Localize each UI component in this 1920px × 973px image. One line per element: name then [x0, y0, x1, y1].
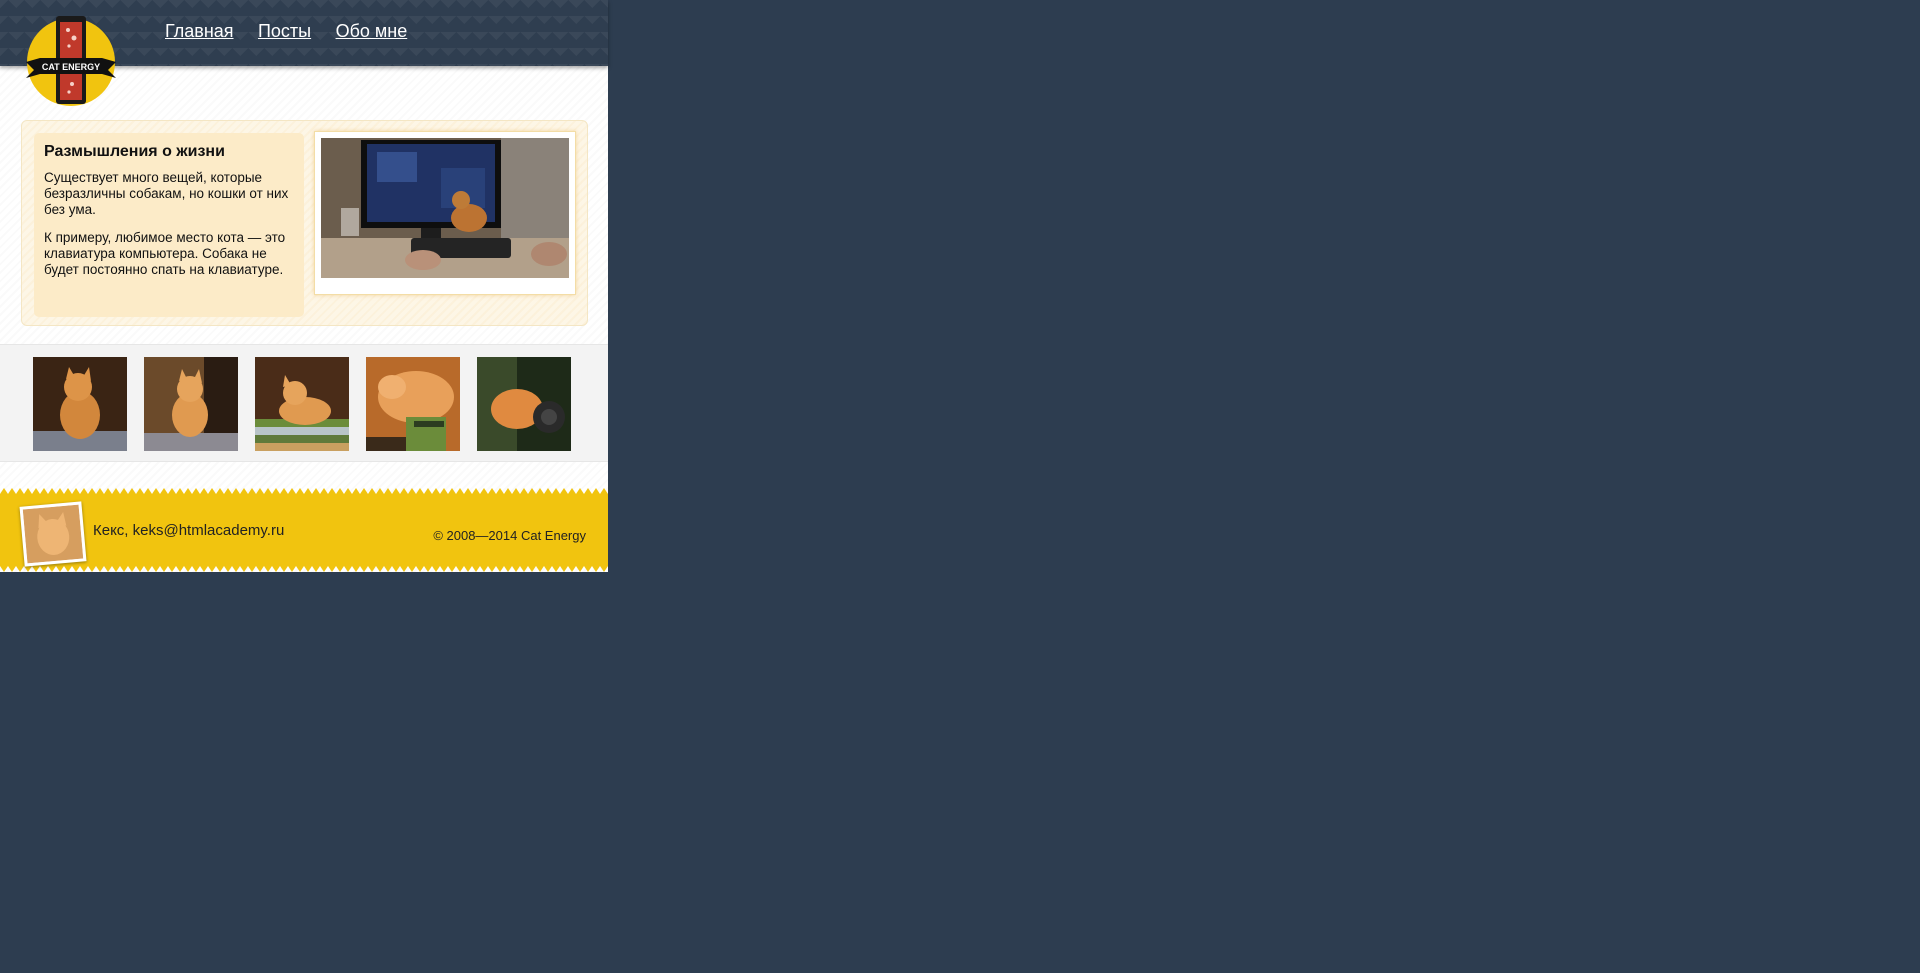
article: Размышления о жизни Существует много вещ… — [34, 133, 304, 317]
nav-link-home[interactable]: Главная — [165, 21, 234, 42]
gallery-thumb-5[interactable] — [477, 357, 571, 451]
article-paragraph-1: Существует много вещей, которые безразли… — [44, 170, 289, 217]
gallery-thumb-2[interactable] — [144, 357, 238, 451]
page: Главная Посты Обо мне CAT ENERGY Размышл… — [0, 0, 608, 572]
kitten-photo-3-icon — [255, 357, 349, 451]
nav-link-posts[interactable]: Посты — [258, 21, 311, 42]
gallery-thumb-4[interactable] — [366, 357, 460, 451]
author-contact: Кекс, keks@htmlacademy.ru — [93, 522, 285, 539]
kitten-photo-2-icon — [144, 357, 238, 451]
cat-on-keyboard-photo-icon — [321, 138, 569, 278]
kitten-photo-5-icon — [477, 357, 571, 451]
content-card: Размышления о жизни Существует много вещ… — [21, 120, 588, 326]
article-paragraph-2: К примеру, любимое место кота — это клав… — [44, 230, 286, 277]
kitten-photo-4-icon — [366, 357, 460, 451]
cat-avatar-photo-icon — [22, 504, 84, 564]
site-footer: Кекс, keks@htmlacademy.ru © 2008—2014 Ca… — [0, 488, 608, 572]
article-photo — [314, 131, 576, 295]
cat-energy-logo-icon: CAT ENERGY — [26, 16, 116, 106]
author-avatar — [19, 501, 87, 567]
svg-text:CAT ENERGY: CAT ENERGY — [42, 62, 100, 72]
kitten-photo-1-icon — [33, 357, 127, 451]
nav-link-about[interactable]: Обо мне — [336, 21, 408, 42]
photo-gallery — [0, 344, 608, 462]
copyright-text: © 2008—2014 Cat Energy — [433, 528, 586, 543]
main-nav: Главная Посты Обо мне — [165, 21, 427, 42]
article-title: Размышления о жизни — [44, 143, 225, 160]
gallery-thumb-1[interactable] — [33, 357, 127, 451]
site-logo[interactable]: CAT ENERGY — [26, 12, 116, 108]
gallery-thumb-3[interactable] — [255, 357, 349, 451]
